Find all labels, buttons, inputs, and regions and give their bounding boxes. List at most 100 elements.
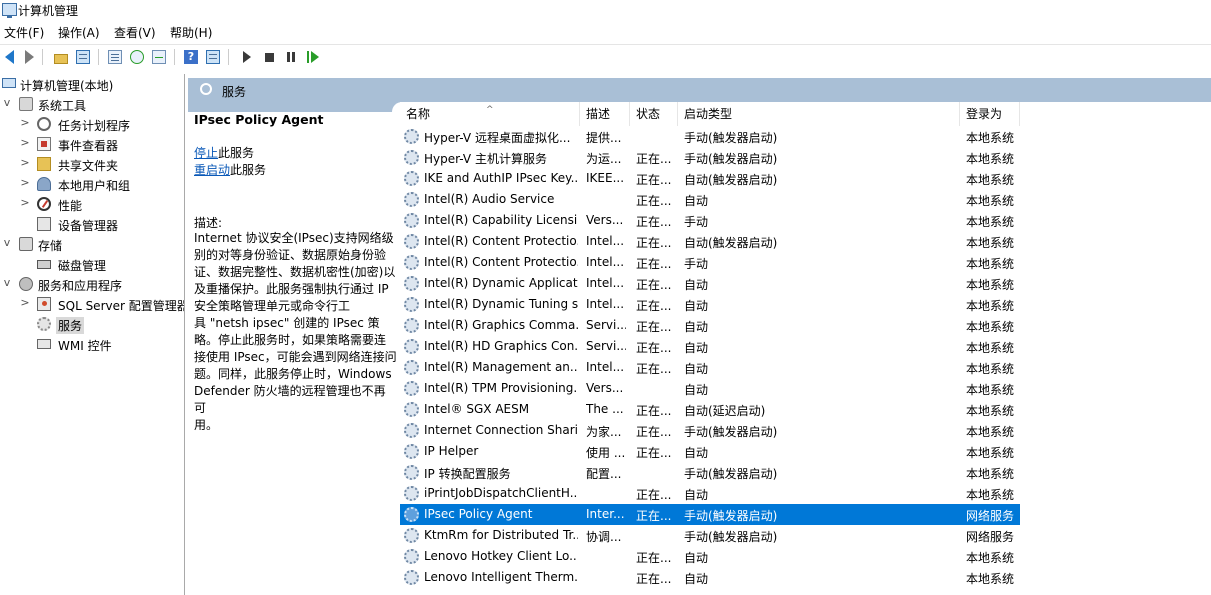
service-row[interactable]: KtmRm for Distributed Tr... 协调... 手动(触发器启动… [400, 525, 1020, 546]
service-row[interactable]: Intel(R) Capability Licensi... Vers... 正在.… [400, 210, 1020, 231]
description-line: 证、数据完整性、数据机密性(加密)以 [194, 265, 396, 279]
sort-ascending-icon: ^ [486, 105, 494, 115]
service-name-cell: iPrintJobDispatchClientH... [424, 486, 578, 500]
tree-item-disk-management[interactable]: 磁盘管理 [0, 254, 184, 274]
tree-item-label: 计算机管理(本地) [20, 79, 114, 93]
description-line: 别的对等身份验证、数据原始身份验 [194, 248, 387, 262]
service-row[interactable]: Lenovo Intelligent Therm... 正在... 自动 本地系统 [400, 567, 1020, 588]
service-row[interactable]: IP 转换配置服务 配置... 手动(触发器启动) 本地系统 [400, 462, 1020, 483]
service-row[interactable]: Intel® SGX AESM The ... 正在... 自动(延迟启动) 本地系统 [400, 399, 1020, 420]
column-header-status[interactable]: 状态 [630, 102, 678, 126]
start-service-icon[interactable] [238, 48, 256, 66]
service-status-cell: 正在... [636, 173, 672, 187]
service-status-cell: 正在... [636, 152, 672, 166]
tree-item-wmi-control[interactable]: WMI 控件 [0, 334, 184, 354]
tree-item-system-tools[interactable]: v 系统工具 [0, 94, 184, 114]
device-manager-icon [37, 217, 51, 231]
service-startup-cell: 自动(延迟启动) [684, 404, 766, 418]
up-folder-icon[interactable] [52, 48, 70, 66]
stop-service-icon[interactable] [260, 48, 278, 66]
menu-view[interactable]: 查看(V) [114, 24, 156, 41]
service-description-cell: Intel... [586, 297, 625, 311]
menu-file[interactable]: 文件(F) [4, 24, 44, 41]
service-logon-cell: 本地系统 [966, 299, 1015, 313]
disk-icon [37, 260, 51, 269]
properties-icon[interactable] [106, 48, 124, 66]
service-status-cell: 正在... [636, 362, 672, 376]
service-row[interactable]: Intel(R) HD Graphics Con... Servi... 正在...… [400, 336, 1020, 357]
service-row[interactable]: Hyper-V 远程桌面虚拟化... 提供... 手动(触发器启动) 本地系统 [400, 126, 1020, 147]
back-icon[interactable] [0, 48, 18, 66]
pause-service-icon[interactable] [282, 48, 300, 66]
column-header-description[interactable]: 描述 [580, 102, 630, 126]
tree-item-local-users[interactable]: > 本地用户和组 [0, 174, 184, 194]
expand-icon[interactable]: > [20, 197, 30, 208]
collapse-icon[interactable]: v [2, 237, 12, 248]
export-icon[interactable] [150, 48, 168, 66]
service-gear-icon [404, 213, 419, 228]
tree-item-shared-folders[interactable]: > 共享文件夹 [0, 154, 184, 174]
service-row[interactable]: Lenovo Hotkey Client Lo... 正在... 自动 本地系统 [400, 546, 1020, 567]
tree-item-services[interactable]: 服务 [0, 314, 184, 334]
service-row[interactable]: Intel(R) Content Protectio... Intel... 正在.… [400, 231, 1020, 252]
service-logon-cell: 本地系统 [966, 425, 1015, 439]
restart-service-row: 重启动此服务 [194, 161, 266, 178]
menu-action[interactable]: 操作(A) [58, 24, 100, 41]
tree-item-event-viewer[interactable]: > 事件查看器 [0, 134, 184, 154]
service-status-cell: 正在... [636, 320, 672, 334]
service-gear-icon [404, 528, 419, 543]
service-row[interactable]: iPrintJobDispatchClientH... 正在... 自动 本地系统 [400, 483, 1020, 504]
resume-service-icon[interactable] [304, 48, 322, 66]
service-name-cell: IKE and AuthIP IPsec Key... [424, 171, 578, 185]
description-line: Internet 协议安全(IPsec)支持网络级 [194, 231, 394, 245]
service-description-cell: Servi... [586, 318, 626, 332]
service-row[interactable]: IP Helper 使用 ... 正在... 自动 本地系统 [400, 441, 1020, 462]
service-row[interactable]: Hyper-V 主机计算服务 为运... 正在... 手动(触发器启动) 本地系统 [400, 147, 1020, 168]
service-status-cell: 正在... [636, 257, 672, 271]
stop-service-link[interactable]: 停止 [194, 146, 218, 160]
forward-icon[interactable] [20, 48, 38, 66]
expand-icon[interactable]: > [20, 177, 30, 188]
restart-service-link[interactable]: 重启动 [194, 163, 230, 177]
service-gear-icon [404, 150, 419, 165]
tree-item-performance[interactable]: > 性能 [0, 194, 184, 214]
tree-item-device-manager[interactable]: 设备管理器 [0, 214, 184, 234]
expand-icon[interactable]: > [20, 137, 30, 148]
menu-help[interactable]: 帮助(H) [170, 24, 212, 41]
column-header-startup-type[interactable]: 启动类型 [678, 102, 960, 126]
service-startup-cell: 手动(触发器启动) [684, 152, 778, 166]
service-row[interactable]: IKE and AuthIP IPsec Key... IKEE... 正在... 自… [400, 168, 1020, 189]
services-list[interactable]: 名称 ^ 描述 状态 启动类型 登录为 Hyper-V 远程桌面虚拟化... 提供… [400, 102, 1211, 595]
expand-icon[interactable]: > [20, 117, 30, 128]
service-row[interactable]: Intel(R) Dynamic Applicat... Intel... 正在..… [400, 273, 1020, 294]
service-logon-cell: 本地系统 [966, 551, 1015, 565]
tree-item-storage[interactable]: v 存储 [0, 234, 184, 254]
service-row[interactable]: Intel(R) TPM Provisioning... Vers... 自动 本地系… [400, 378, 1020, 399]
tree-item-computer-management[interactable]: 计算机管理(本地) [0, 74, 184, 94]
tree-item-sql-server[interactable]: > SQL Server 配置管理器 [0, 294, 184, 314]
help-icon[interactable]: ? [182, 48, 200, 66]
panel-title: 服务 [222, 85, 247, 99]
refresh-icon[interactable] [128, 48, 146, 66]
service-gear-icon [404, 465, 419, 480]
collapse-icon[interactable]: v [2, 277, 12, 288]
service-row[interactable]: Intel(R) Graphics Comma... Servi... 正在... 自… [400, 315, 1020, 336]
service-row[interactable]: Intel(R) Audio Service 正在... 自动 本地系统 [400, 189, 1020, 210]
service-row[interactable]: Intel(R) Dynamic Tuning s... Intel... 正在..… [400, 294, 1020, 315]
column-header-name[interactable]: 名称 ^ [400, 102, 580, 126]
show-hide-tree-icon[interactable] [74, 48, 92, 66]
description-line: 略。停止此服务时，如果策略需要连 [194, 333, 387, 347]
service-row-selected[interactable]: IPsec Policy Agent Inter... 正在... 手动(触发器启动)… [400, 504, 1020, 525]
collapse-icon[interactable]: v [2, 97, 12, 108]
action-pane-icon[interactable] [204, 48, 222, 66]
tree-item-services-apps[interactable]: v 服务和应用程序 [0, 274, 184, 294]
expand-icon[interactable]: > [20, 297, 30, 308]
service-row[interactable]: Internet Connection Shari... 为家... 正在... 手动… [400, 420, 1020, 441]
column-header-logon-as[interactable]: 登录为 [960, 102, 1020, 126]
tree-item-task-scheduler[interactable]: > 任务计划程序 [0, 114, 184, 134]
service-row[interactable]: Intel(R) Management an... Intel... 正在... 自动… [400, 357, 1020, 378]
expand-icon[interactable]: > [20, 157, 30, 168]
service-description-cell: 为家... [586, 425, 622, 439]
service-row[interactable]: Intel(R) Content Protectio... Intel... 正在.… [400, 252, 1020, 273]
description-line: Defender 防火墙的远程管理也不再可 [194, 384, 386, 415]
